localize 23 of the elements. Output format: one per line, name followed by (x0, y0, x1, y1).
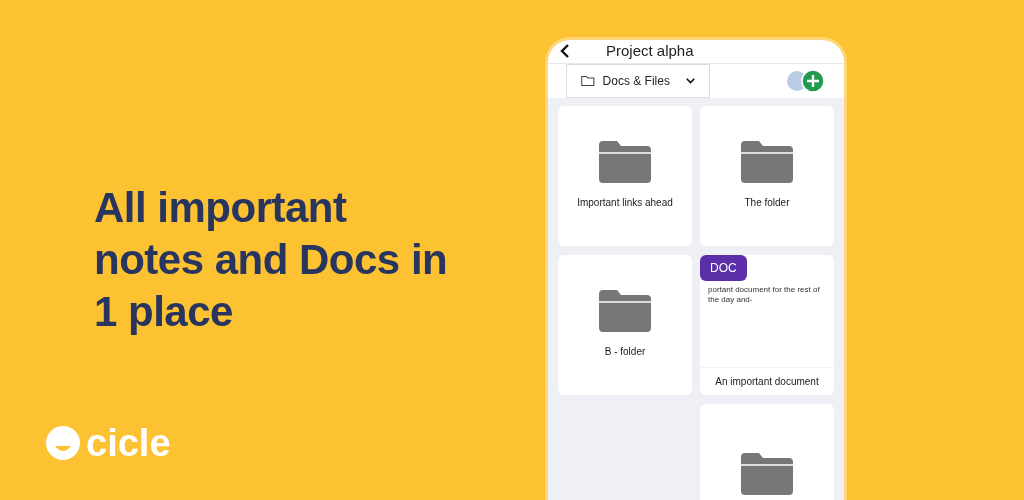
folder-card[interactable]: B - folder (558, 254, 692, 395)
folder-icon (599, 141, 651, 183)
document-name: An important document (700, 366, 834, 395)
document-card[interactable]: DOC portant document for the rest of the day and- An important document (700, 254, 834, 395)
back-icon[interactable] (560, 44, 570, 59)
folder-card[interactable]: The folder (700, 105, 834, 246)
folder-name: The folder (744, 196, 790, 210)
document-preview-text: portant document for the rest of the day and- (707, 283, 821, 305)
folder-icon (741, 141, 793, 183)
folder-icon (581, 73, 595, 88)
section-dropdown[interactable]: Docs & Files (566, 63, 710, 98)
add-member-icon[interactable] (786, 67, 826, 94)
brand-name: cicle (86, 424, 171, 462)
folder-name: Important links ahead (577, 196, 673, 210)
smiley-logo-icon (46, 426, 80, 460)
folder-icon (599, 290, 651, 332)
chevron-down-icon (685, 76, 695, 85)
folder-name: B - folder (604, 345, 646, 359)
screen-title: Project alpha (606, 41, 694, 61)
doc-tag: DOC (700, 254, 747, 281)
headline: All important notes and Docs in 1 place (94, 183, 449, 337)
folder-icon (741, 452, 793, 495)
folder-card[interactable]: Important links ahead (558, 105, 692, 246)
